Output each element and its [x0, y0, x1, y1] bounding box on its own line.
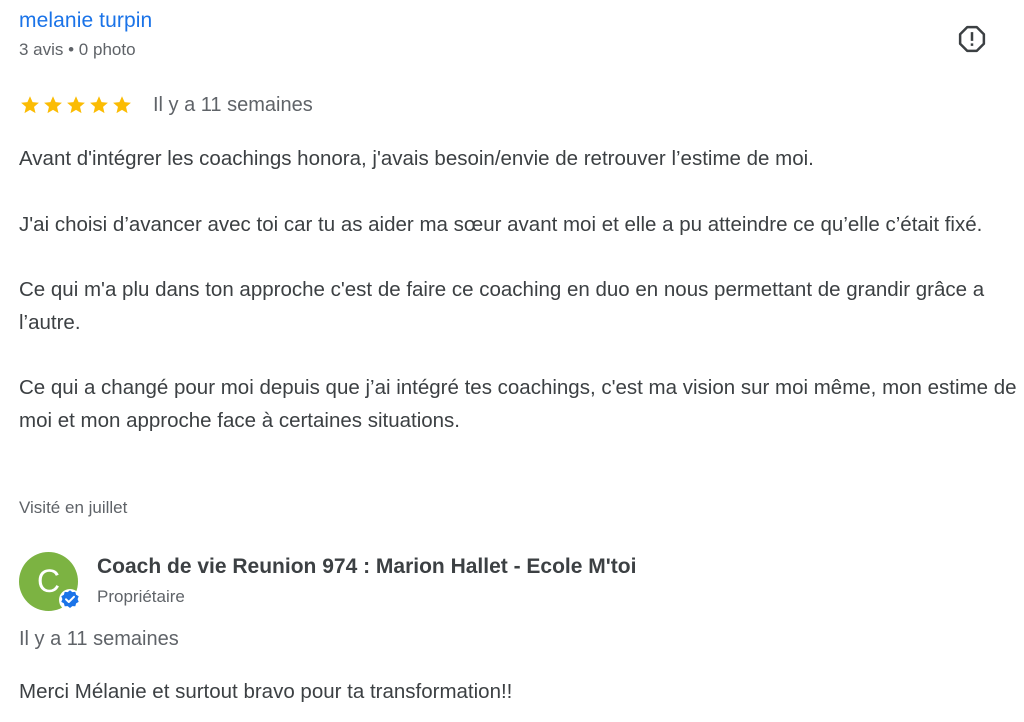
review-paragraph: J'ai choisi d’avancer avec toi car tu as… [19, 212, 983, 236]
owner-reply-text: Merci Mélanie et surtout bravo pour ta t… [19, 680, 513, 703]
review-paragraph: Avant d'intégrer les coachings honora, j… [19, 147, 814, 170]
reply-date: Il y a 11 semaines [19, 628, 179, 650]
review-paragraph: Ce qui a changé pour moi depuis que j’ai… [19, 376, 1017, 432]
star-icon [90, 96, 108, 114]
star-icon [113, 96, 131, 114]
owner-name: Coach de vie Reunion 974 : Marion Hallet… [97, 555, 637, 578]
owner-role: Propriétaire [97, 587, 185, 606]
report-button[interactable] [953, 22, 991, 56]
review-date: Il y a 11 semaines [153, 93, 313, 116]
review-paragraph: Ce qui m'a plu dans ton approche c'est d… [19, 278, 985, 334]
review-text: Avant d'intégrer les coachings honora, j… [19, 143, 1019, 470]
star-icon [21, 96, 39, 114]
verified-badge-icon [59, 589, 81, 611]
rating-row: Il y a 11 semaines [19, 92, 313, 118]
visited-label: Visité en juillet [19, 498, 128, 517]
star-icon [44, 96, 62, 114]
reviewer-meta: 3 avis • 0 photo [19, 40, 136, 59]
star-rating [19, 94, 133, 116]
star-icon [67, 96, 85, 114]
reviewer-name-link[interactable]: melanie turpin [19, 9, 152, 33]
report-icon [958, 25, 986, 53]
